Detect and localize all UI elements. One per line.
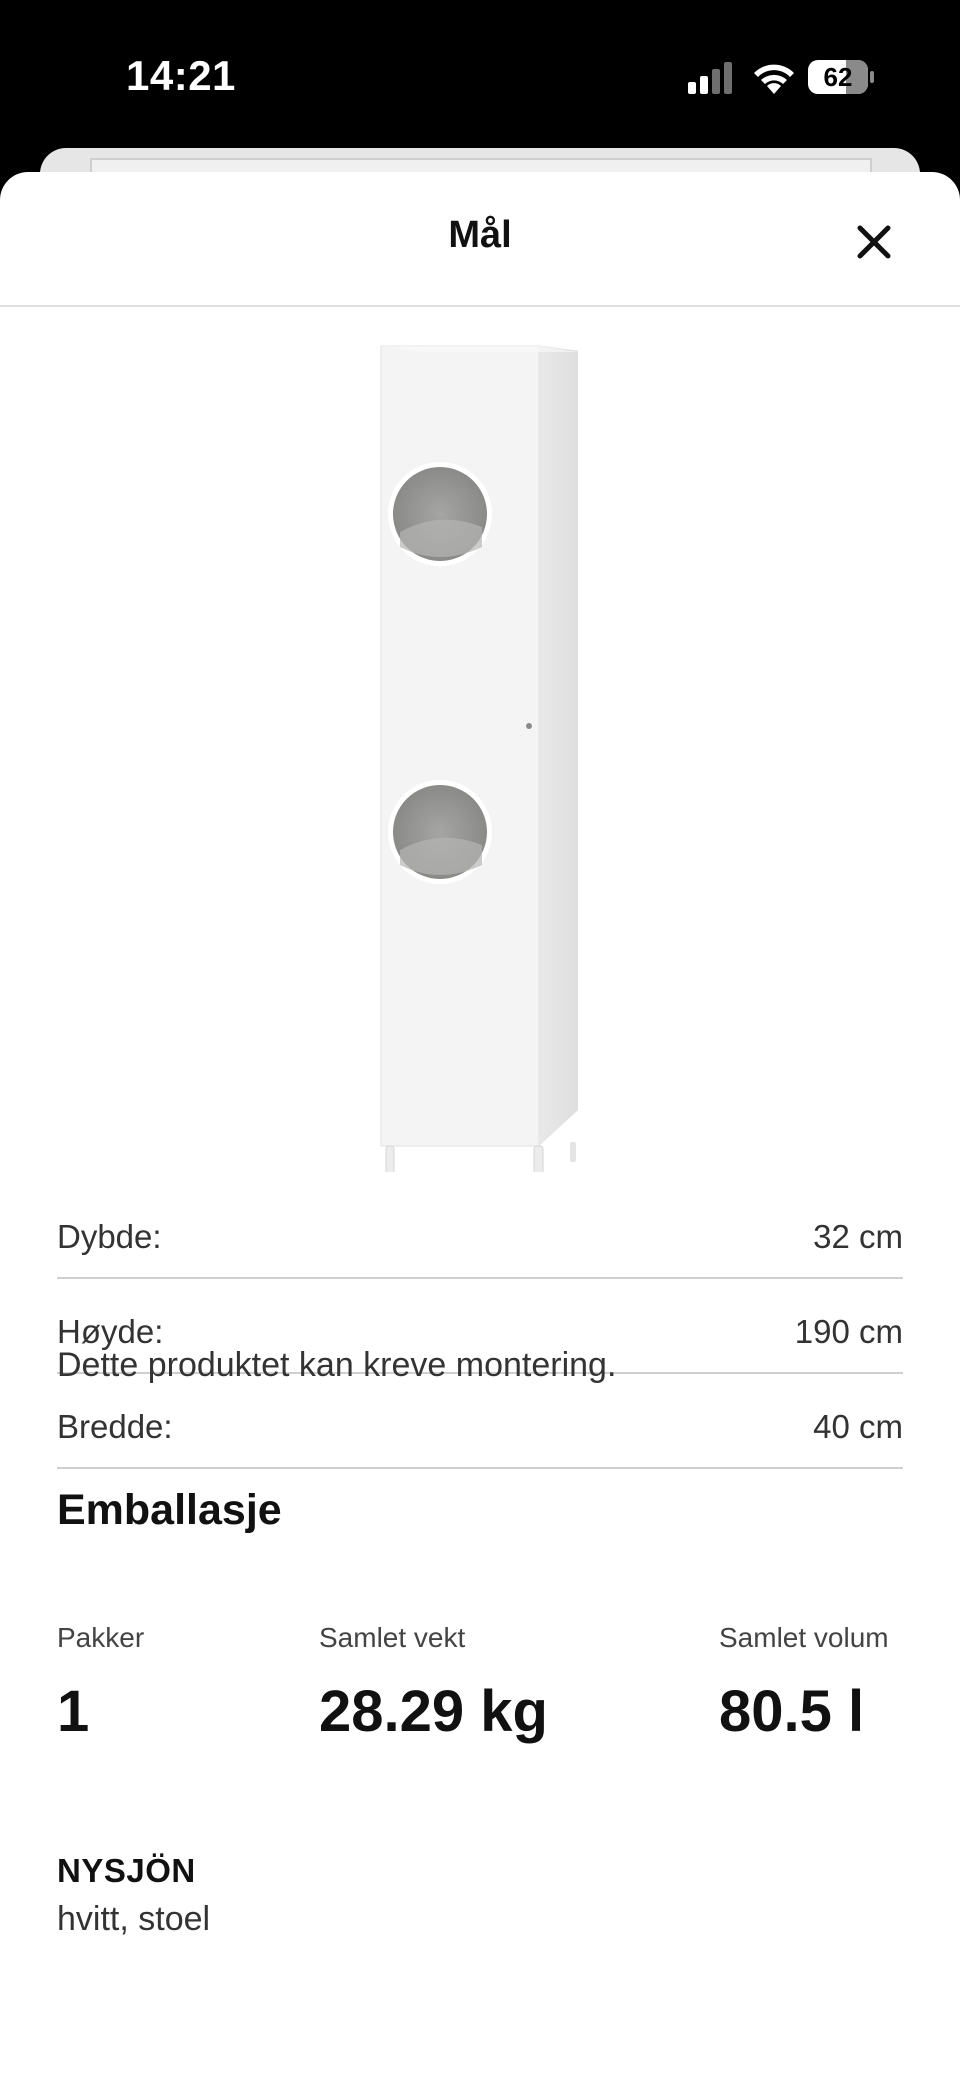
close-icon[interactable]: [846, 214, 902, 270]
packages-value: 1: [57, 1679, 90, 1744]
dimension-label: Dybde:: [57, 1218, 162, 1255]
dimension-label: Bredde:: [57, 1408, 173, 1445]
dimension-value: 32 cm: [813, 1218, 903, 1255]
dimensions-list: Dybde: 32 cm Høyde: 190 cm Bredde: 40 cm: [57, 1184, 903, 1469]
product-name: NYSJÖN: [57, 1852, 196, 1889]
status-bar: 14:21 62: [0, 0, 960, 150]
dimension-row-depth: Dybde: 32 cm: [57, 1184, 903, 1279]
battery-level: 62: [823, 62, 853, 92]
modal-title: Mål: [448, 214, 512, 256]
dimension-row-width: Bredde: 40 cm: [57, 1374, 903, 1469]
total-volume-label: Samlet volum: [719, 1622, 889, 1653]
cellular-signal-icon: [688, 62, 732, 94]
total-weight-value: 28.29 kg: [319, 1679, 548, 1744]
packaging-heading: Emballasje: [57, 1486, 282, 1534]
packages-label: Pakker: [57, 1622, 145, 1653]
modal-header: Mål: [0, 172, 960, 307]
wifi-icon: [754, 64, 794, 94]
product-image: [380, 345, 578, 1172]
dimension-value: 190 cm: [794, 1313, 903, 1350]
battery-icon: 62: [808, 60, 874, 94]
dimensions-modal: Mål Dybde: 32 cm Høyde: 190 cm Bredde: 4…: [0, 172, 960, 2087]
product-description: hvitt, stoel: [57, 1900, 211, 1938]
status-time: 14:21: [126, 52, 236, 99]
total-volume-value: 80.5 l: [719, 1679, 865, 1744]
total-weight-label: Samlet vekt: [319, 1622, 466, 1653]
dimension-value: 40 cm: [813, 1408, 903, 1445]
assembly-note: Dette produktet kan kreve montering.: [57, 1346, 617, 1384]
